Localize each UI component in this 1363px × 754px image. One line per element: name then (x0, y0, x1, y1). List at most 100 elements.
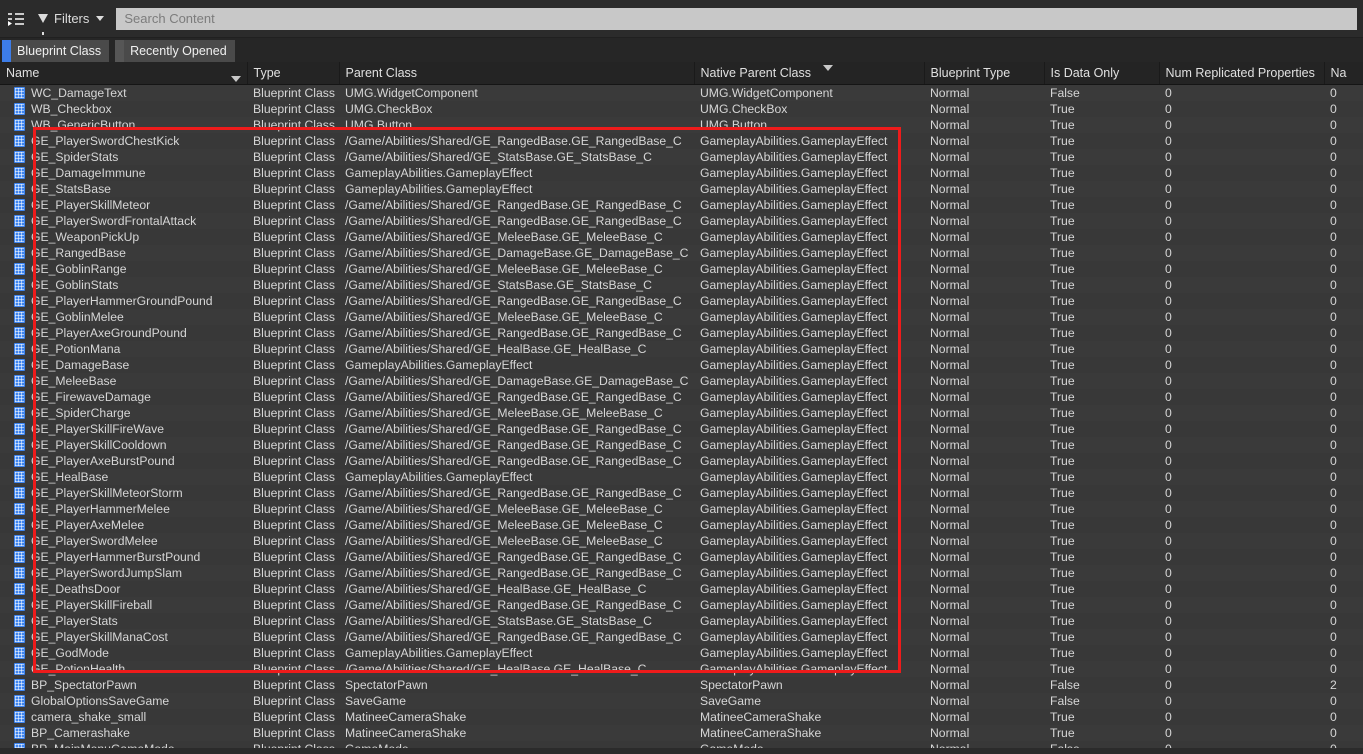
cell-is-data-only: True (1050, 501, 1075, 516)
table-row[interactable]: GE_PlayerSwordChestKick Blueprint Class/G… (0, 132, 1363, 149)
blueprint-class-icon (14, 694, 25, 707)
column-header-native-parent-class[interactable]: Native Parent Class (694, 62, 925, 85)
blueprint-class-icon (14, 278, 25, 291)
cell-type: Blueprint Class (253, 325, 335, 340)
column-header-type[interactable]: Type (247, 62, 340, 85)
table-row[interactable]: GE_PlayerHammerBurstPound Blueprint Class… (0, 548, 1363, 565)
table-row[interactable]: GE_FirewaveDamage Blueprint Class/Game/Ab… (0, 388, 1363, 405)
blueprint-class-icon (14, 342, 25, 355)
table-row[interactable]: GE_PlayerSkillMeteorStorm Blueprint Class… (0, 484, 1363, 501)
table-row[interactable]: camera_shake_small Blueprint Class Matinee… (0, 708, 1363, 725)
filter-pill-blueprint-class[interactable]: Blueprint Class (2, 40, 110, 62)
table-row[interactable]: GE_DamageImmune Blueprint Class GameplayAb… (0, 164, 1363, 181)
table-row[interactable]: GE_SpiderStats Blueprint Class/Game/Abili… (0, 148, 1363, 165)
table-row[interactable]: GE_StatsBase Blueprint Class GameplayAbili… (0, 180, 1363, 197)
column-header-blueprint-type[interactable]: Blueprint Type (924, 62, 1045, 85)
search-input[interactable] (116, 7, 1357, 30)
cell-is-data-only: True (1050, 181, 1075, 196)
table-row[interactable]: GE_PlayerSwordMelee Blueprint Class/Game/… (0, 532, 1363, 549)
cell-native-parent-class: GameplayAbilities.GameplayEffect (700, 389, 888, 404)
filters-button[interactable]: Filters (34, 9, 108, 35)
table-row[interactable]: WB_Checkbox Blueprint Class UMG.CheckBox UM… (0, 100, 1363, 117)
cell-parent-class: /Game/Abilities/Shared/GE_RangedBase.GE_… (345, 293, 682, 308)
table-row[interactable]: BP_SpectatorPawn Blueprint Class Spectator… (0, 676, 1363, 693)
column-header-na[interactable]: Na (1324, 62, 1363, 85)
asset-name-label: GE_GoblinStats (31, 277, 119, 292)
cell-num-replicated-properties: 0 (1165, 533, 1172, 548)
cell-num-replicated-properties: 0 (1165, 181, 1172, 196)
table-row[interactable]: GE_GoblinStats Blueprint Class/Game/Abili… (0, 276, 1363, 293)
cell-is-data-only: True (1050, 613, 1075, 628)
blueprint-class-icon (14, 150, 25, 163)
asset-name-label: GE_PlayerSwordJumpSlam (31, 565, 183, 580)
asset-name-label: GE_PlayerHammerBurstPound (31, 549, 201, 564)
cell-parent-class: /Game/Abilities/Shared/GE_MeleeBase.GE_M… (345, 533, 663, 548)
cell-is-data-only: True (1050, 581, 1075, 596)
table-row[interactable]: GE_PlayerStats Blueprint Class/Game/Abili… (0, 612, 1363, 629)
table-row[interactable]: GE_GoblinMelee Blueprint Class/Game/Abili… (0, 308, 1363, 325)
table-row[interactable]: GE_SpiderCharge Blueprint Class/Game/Abil… (0, 404, 1363, 421)
blueprint-class-icon (14, 566, 25, 579)
table-row[interactable]: GE_PlayerSkillMeteor Blueprint Class/Game… (0, 196, 1363, 213)
table-row[interactable]: GE_PlayerSkillFireWave Blueprint Class/Ga… (0, 420, 1363, 437)
table-row[interactable]: GE_PlayerSkillCooldown Blueprint Class/Ga… (0, 436, 1363, 453)
table-row[interactable]: GE_PotionHealth Blueprint Class/Game/Abil… (0, 660, 1363, 677)
table-row[interactable]: GE_MeleeBase Blueprint Class/Game/Abiliti… (0, 372, 1363, 389)
table-row[interactable]: GE_PlayerHammerMelee Blueprint Class/Game… (0, 500, 1363, 517)
cell-blueprint-type: Normal (930, 597, 970, 612)
table-row[interactable]: GE_PlayerAxeGroundPound Blueprint Class/G… (0, 324, 1363, 341)
table-row[interactable]: GE_PlayerAxeBurstPound Blueprint Class/Ga… (0, 452, 1363, 469)
table-header: Name Type Parent Class Native Parent Cla… (0, 62, 1363, 85)
table-row[interactable]: BP_Camerashake Blueprint Class MatineeCame… (0, 724, 1363, 741)
table-row[interactable]: GE_PlayerSkillFireball Blueprint Class/Ga… (0, 596, 1363, 613)
table-row[interactable]: GE_DeathsDoor Blueprint Class/Game/Abilit… (0, 580, 1363, 597)
blueprint-class-icon (14, 390, 25, 403)
table-row[interactable]: GE_WeaponPickUp Blueprint Class/Game/Abil… (0, 228, 1363, 245)
tree-view-icon[interactable] (6, 10, 26, 28)
cell-parent-class: UMG.CheckBox (345, 101, 433, 116)
cell-native-parent-class: MatineeCameraShake (700, 709, 822, 724)
cell-parent-class: /Game/Abilities/Shared/GE_RangedBase.GE_… (345, 421, 682, 436)
cell-parent-class: UMG.Button (345, 117, 413, 132)
cell-type: Blueprint Class (253, 133, 335, 148)
table-row[interactable]: GE_RangedBase Blueprint Class/Game/Abilit… (0, 244, 1363, 261)
cell-blueprint-type: Normal (930, 261, 970, 276)
table-row[interactable]: GE_PlayerSwordFrontalAttack Blueprint Cla… (0, 212, 1363, 229)
cell-name: GE_HealBase (0, 469, 247, 485)
column-header-parent-class[interactable]: Parent Class (339, 62, 695, 85)
cell-blueprint-type: Normal (930, 661, 970, 676)
cell-is-data-only: True (1050, 213, 1075, 228)
table-row[interactable]: GlobalOptionsSaveGame Blueprint Class Save… (0, 692, 1363, 709)
cell-na: 0 (1330, 421, 1337, 436)
table-row[interactable]: GE_DamageBase Blueprint Class GameplayAbil… (0, 356, 1363, 373)
column-header-num-replicated-properties[interactable]: Num Replicated Properties (1159, 62, 1325, 85)
cell-blueprint-type: Normal (930, 213, 970, 228)
cell-blueprint-type: Normal (930, 117, 970, 132)
cell-type: Blueprint Class (253, 725, 335, 740)
cell-is-data-only: True (1050, 101, 1075, 116)
blueprint-class-icon (14, 518, 25, 531)
horizontal-scrollbar[interactable] (0, 748, 1363, 754)
column-header-name[interactable]: Name (0, 62, 248, 85)
table-row[interactable]: WC_DamageText Blueprint Class UMG.WidgetCo… (0, 84, 1363, 101)
asset-name-label: GlobalOptionsSaveGame (31, 693, 170, 708)
asset-name-label: GE_PlayerSkillManaCost (31, 629, 168, 644)
table-row[interactable]: GE_PlayerAxeMelee Blueprint Class/Game/Ab… (0, 516, 1363, 533)
cell-is-data-only: True (1050, 165, 1075, 180)
cell-parent-class: /Game/Abilities/Shared/GE_MeleeBase.GE_M… (345, 261, 663, 276)
cell-name: BP_SpectatorPawn (0, 677, 247, 693)
table-row[interactable]: GE_GodMode Blueprint Class GameplayAbiliti… (0, 644, 1363, 661)
table-row[interactable]: GE_HealBase Blueprint Class GameplayAbilit… (0, 468, 1363, 485)
table-row[interactable]: GE_PlayerSwordJumpSlam Blueprint Class/Ga… (0, 564, 1363, 581)
filter-pill-recently-opened[interactable]: Recently Opened (115, 40, 235, 62)
cell-num-replicated-properties: 0 (1165, 693, 1172, 708)
cell-native-parent-class: GameplayAbilities.GameplayEffect (700, 229, 888, 244)
table-row[interactable]: WB_GenericButton Blueprint Class UMG.Butto… (0, 116, 1363, 133)
cell-na: 0 (1330, 341, 1337, 356)
table-row[interactable]: GE_PlayerSkillManaCost Blueprint Class/Ga… (0, 628, 1363, 645)
column-header-is-data-only[interactable]: Is Data Only (1044, 62, 1160, 85)
table-row[interactable]: GE_PotionMana Blueprint Class/Game/Abilit… (0, 340, 1363, 357)
table-row[interactable]: GE_GoblinRange Blueprint Class/Game/Abili… (0, 260, 1363, 277)
cell-name: GE_StatsBase (0, 181, 247, 197)
table-row[interactable]: GE_PlayerHammerGroundPound Blueprint Clas… (0, 292, 1363, 309)
